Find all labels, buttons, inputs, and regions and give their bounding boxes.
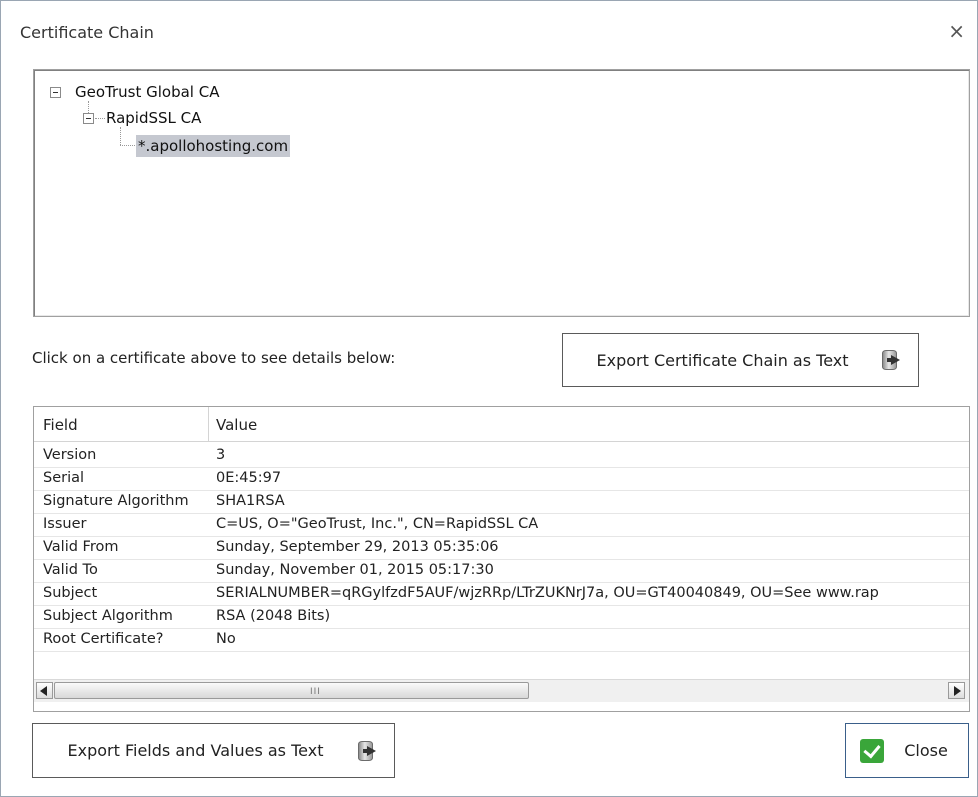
scroll-left-button[interactable]: [36, 682, 53, 699]
close-button[interactable]: Close: [845, 723, 969, 778]
table-row[interactable]: Valid To Sunday, November 01, 2015 05:17…: [34, 559, 969, 583]
field-cell: Issuer: [43, 516, 87, 532]
chevron-left-icon: [40, 686, 47, 696]
certificate-chain-dialog: Certificate Chain × GeoTrust Global CA R…: [0, 0, 978, 797]
column-header-field[interactable]: Field: [43, 416, 78, 434]
export-fields-label: Export Fields and Values as Text: [67, 741, 324, 760]
tree-node-leaf[interactable]: *.apollohosting.com: [136, 135, 291, 157]
export-fields-button[interactable]: Export Fields and Values as Text: [32, 723, 395, 778]
export-chain-button[interactable]: Export Certificate Chain as Text: [562, 333, 919, 387]
chevron-right-icon: [954, 686, 961, 696]
table-row[interactable]: Subject Algorithm RSA (2048 Bits): [34, 605, 969, 629]
column-divider[interactable]: [208, 407, 209, 441]
check-icon: [860, 738, 884, 763]
table-row[interactable]: Root Certificate? No: [34, 628, 969, 652]
value-cell: SERIALNUMBER=qRGylfzdF5AUF/wjzRRp/LTrZUK…: [216, 585, 879, 601]
export-database-icon: [358, 740, 380, 762]
value-cell: 3: [216, 447, 226, 463]
field-cell: Subject: [43, 585, 98, 601]
value-cell: 0E:45:97: [216, 470, 282, 486]
value-cell: Sunday, November 01, 2015 05:17:30: [216, 562, 494, 578]
scroll-grip: III: [310, 687, 321, 697]
table-row[interactable]: Valid From Sunday, September 29, 2013 05…: [34, 536, 969, 560]
value-cell: No: [216, 631, 236, 647]
field-cell: Valid From: [43, 539, 119, 555]
field-cell: Signature Algorithm: [43, 493, 189, 509]
tree-connector: [120, 145, 135, 146]
export-chain-label: Export Certificate Chain as Text: [596, 350, 849, 370]
certificate-tree[interactable]: GeoTrust Global CA RapidSSL CA *.apolloh…: [33, 69, 970, 317]
field-cell: Subject Algorithm: [43, 608, 173, 624]
collapse-minus-icon[interactable]: [83, 113, 94, 124]
scroll-right-button[interactable]: [948, 682, 965, 699]
field-cell: Serial: [43, 470, 85, 486]
details-hint: Click on a certificate above to see deta…: [32, 349, 396, 367]
certificate-details-grid[interactable]: Field Value Version 3 Serial 0E:45:97 Si…: [33, 406, 970, 712]
grid-header: Field Value: [34, 407, 969, 442]
horizontal-scrollbar[interactable]: III: [34, 679, 969, 702]
column-header-value[interactable]: Value: [216, 416, 257, 434]
field-cell: Valid To: [43, 562, 98, 578]
value-cell: Sunday, September 29, 2013 05:35:06: [216, 539, 499, 555]
value-cell: C=US, O="GeoTrust, Inc.", CN=RapidSSL CA: [216, 516, 539, 532]
close-icon[interactable]: ×: [948, 19, 965, 43]
value-cell: RSA (2048 Bits): [216, 608, 331, 624]
tree-connector: [95, 118, 105, 119]
tree-node-intermediate[interactable]: RapidSSL CA: [106, 109, 201, 127]
field-cell: Root Certificate?: [43, 631, 164, 647]
value-cell: SHA1RSA: [216, 493, 285, 509]
table-row[interactable]: Subject SERIALNUMBER=qRGylfzdF5AUF/wjzRR…: [34, 582, 969, 606]
title-bar: Certificate Chain ×: [1, 1, 977, 63]
table-row[interactable]: Signature Algorithm SHA1RSA: [34, 490, 969, 514]
scrollbar-thumb[interactable]: III: [54, 682, 529, 699]
table-row[interactable]: Version 3: [34, 444, 969, 468]
collapse-minus-icon[interactable]: [50, 87, 61, 98]
export-database-icon: [882, 349, 904, 371]
tree-connector: [120, 127, 121, 145]
table-row[interactable]: Issuer C=US, O="GeoTrust, Inc.", CN=Rapi…: [34, 513, 969, 537]
close-label: Close: [904, 741, 948, 760]
field-cell: Version: [43, 447, 97, 463]
tree-node-root[interactable]: GeoTrust Global CA: [75, 83, 219, 101]
dialog-title: Certificate Chain: [20, 23, 154, 42]
table-row[interactable]: Serial 0E:45:97: [34, 467, 969, 491]
